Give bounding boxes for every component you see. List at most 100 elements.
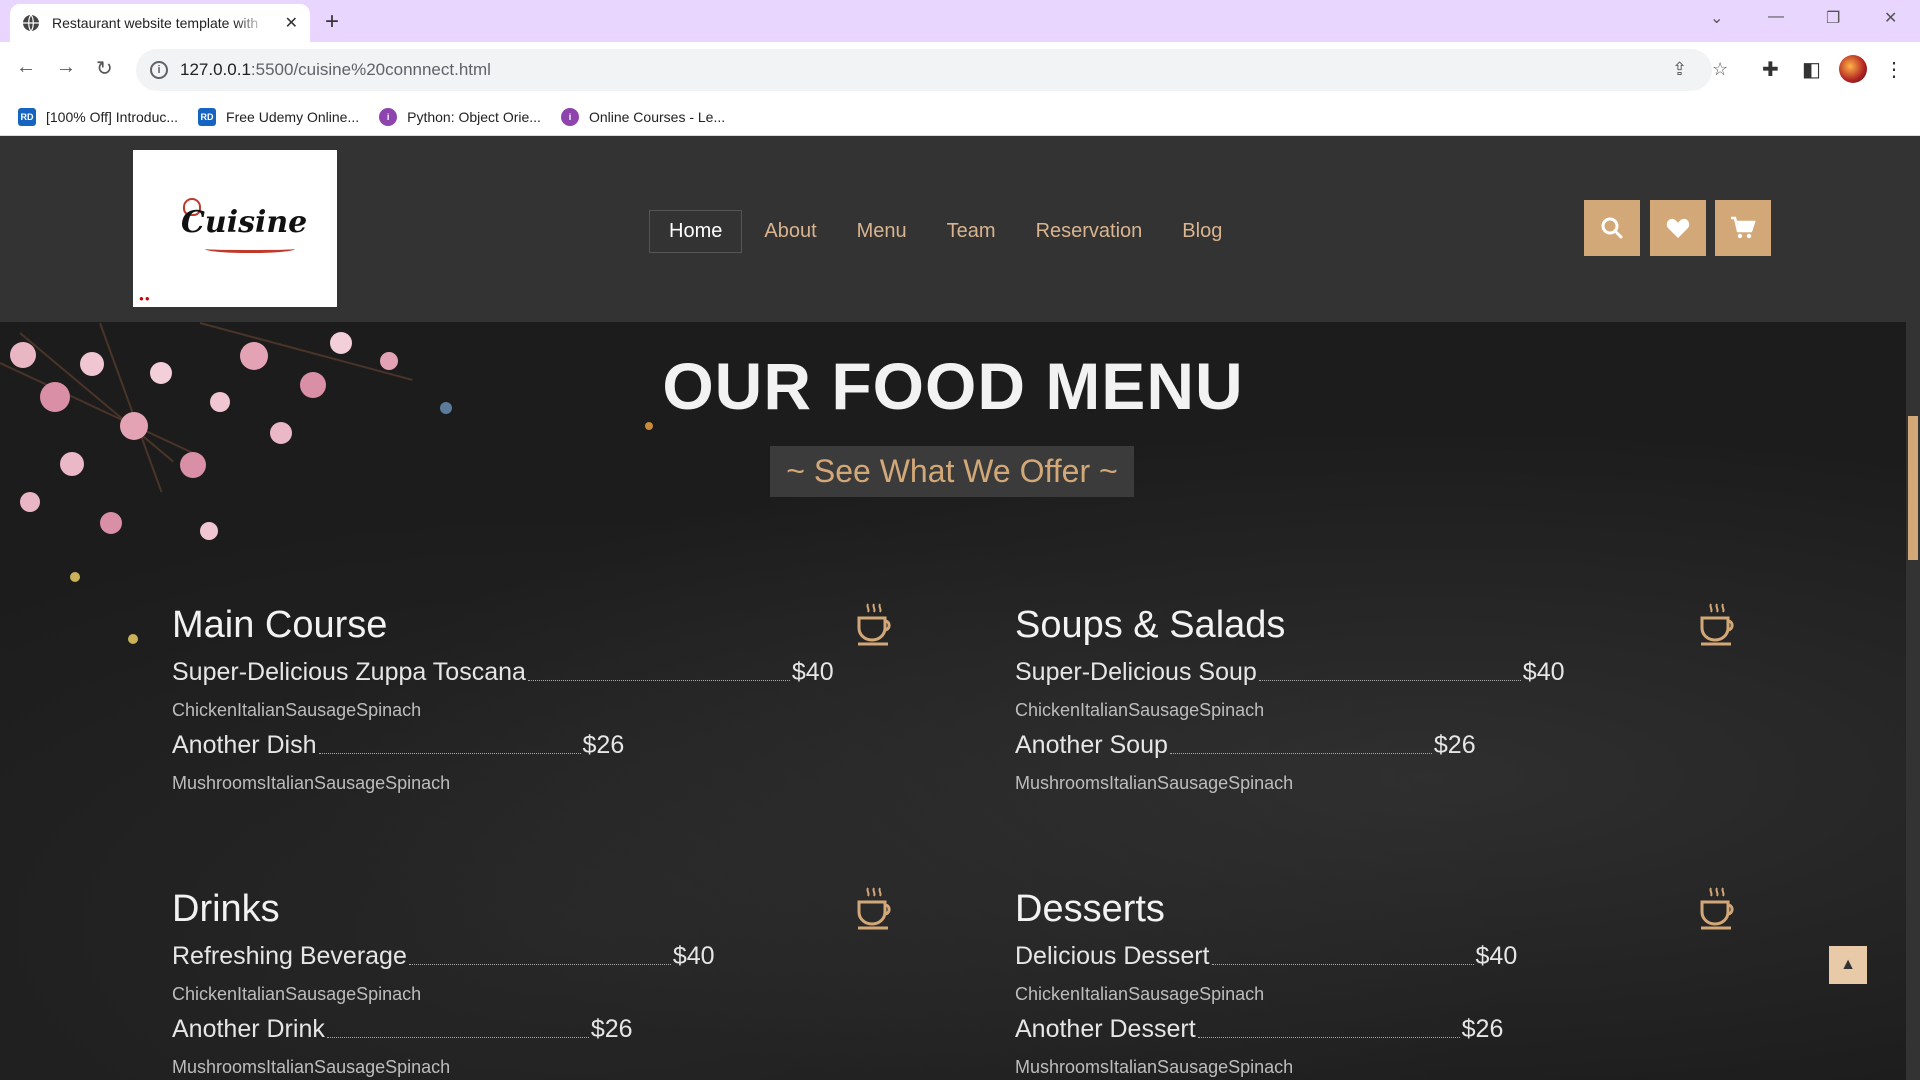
item-name: Delicious Dessert [1015,942,1210,970]
category-title: Drinks [172,888,280,930]
reload-icon[interactable]: ↻ [96,56,113,81]
rd-favicon-icon: RD [198,107,217,126]
dot-leader [318,753,581,754]
bookmark-label: [100% Off] Introduc... [46,108,179,125]
search-button[interactable] [1584,200,1640,256]
menu-category: Main Course Super-Delicious Zuppa Toscan… [172,603,892,814]
menu-item: Super-Delicious Soup $40 [1015,658,1565,687]
side-panel-icon[interactable]: ◧ [1802,57,1821,82]
logo-dots: ●● [139,294,151,303]
browser-menu-icon[interactable]: ⋮ [1884,57,1904,82]
nav-blog[interactable]: Blog [1182,220,1222,243]
menu-item: Another Drink $26 [172,1015,633,1044]
bookmark-label: Python: Object Orie... [407,108,541,125]
menu-item: Another Dish $26 [172,731,624,760]
item-price: $26 [582,731,625,759]
bookmark-label: Online Courses - Le... [588,108,726,125]
item-price: $40 [791,658,834,686]
menu-section: OUR FOOD MENU ~ See What We Offer ~ Main… [0,322,1906,1080]
item-description: ChickenItalianSausageSpinach [172,984,422,1004]
menu-subtitle: ~ See What We Offer ~ [770,446,1134,497]
nav-about[interactable]: About [764,220,816,243]
bookmark-label: Free Udemy Online... [226,108,360,125]
browser-tab[interactable]: Restaurant website template with ✕ [10,4,310,42]
url-text: 127.0.0.1:5500/cuisine%20connnect.html [180,60,491,80]
item-name: Another Soup [1015,731,1168,759]
category-title: Main Course [172,604,388,646]
new-tab-icon[interactable]: + [325,8,339,36]
restore-icon[interactable]: ❐ [1826,8,1840,28]
heart-icon [1666,218,1690,238]
logo-swoosh [205,245,295,253]
url-path: :5500/cuisine%20connnect.html [250,60,491,79]
menu-item: Super-Delicious Zuppa Toscana $40 [172,658,834,687]
dot-leader [1258,680,1521,681]
site-logo[interactable]: Cuisine ●● [133,150,337,307]
item-price: $26 [1461,1015,1504,1043]
item-name: Refreshing Beverage [172,942,407,970]
bookmark-item[interactable]: i Python: Object Orie... [379,107,541,126]
address-bar[interactable]: i 127.0.0.1:5500/cuisine%20connnect.html [136,49,1712,91]
item-description: MushroomsItalianSausageSpinach [172,1057,451,1077]
dot-leader [527,680,790,681]
chevron-up-icon: ▲ [1840,956,1856,973]
bookmarks-bar: RD [100% Off] Introduc... RD Free Udemy … [0,98,1920,136]
forward-icon[interactable]: → [56,56,76,79]
menu-category: Soups & Salads Super-Delicious Soup $40 … [1015,603,1735,814]
profile-avatar[interactable] [1839,55,1867,83]
bookmark-item[interactable]: RD Free Udemy Online... [198,107,360,126]
item-name: Another Dish [172,731,317,759]
item-name: Another Dessert [1015,1015,1196,1043]
coffee-cup-icon [857,603,891,646]
item-price: $40 [1522,658,1565,686]
page-scrollbar[interactable] [1906,322,1920,1080]
back-icon[interactable]: ← [16,56,36,79]
bookmark-item[interactable]: i Online Courses - Le... [560,107,726,126]
menu-title: OUR FOOD MENU [662,349,1244,423]
site-info-icon[interactable]: i [150,61,168,79]
nav-reservation[interactable]: Reservation [1036,220,1143,243]
item-price: $26 [1433,731,1476,759]
main-nav: Home About Menu Team Reservation Blog [649,210,1262,253]
cart-button[interactable] [1715,200,1771,256]
cart-icon [1731,216,1756,239]
scrollbar-thumb[interactable] [1908,416,1918,560]
item-description: MushroomsItalianSausageSpinach [1015,773,1294,793]
tab-close-icon[interactable]: ✕ [285,13,298,33]
nav-team[interactable]: Team [947,220,996,243]
window-close-icon[interactable]: ✕ [1884,8,1897,28]
item-name: Super-Delicious Zuppa Toscana [172,658,526,686]
minimize-icon[interactable]: — [1768,8,1784,26]
scroll-to-top-button[interactable]: ▲ [1829,946,1867,984]
coffee-cup-icon [1700,603,1734,646]
purple-favicon-icon: i [379,107,398,126]
bookmark-star-icon[interactable]: ☆ [1712,59,1728,80]
coffee-cup-icon [857,887,891,930]
menu-category: Drinks Refreshing Beverage $40 ChickenIt… [172,887,892,1080]
extensions-icon[interactable]: ✚ [1762,57,1779,82]
share-icon[interactable]: ⇪ [1672,59,1687,80]
menu-category: Desserts Delicious Dessert $40 ChickenIt… [1015,887,1735,1080]
menu-item: Refreshing Beverage $40 [172,942,715,971]
item-description: ChickenItalianSausageSpinach [172,700,422,720]
browser-titlebar: Restaurant website template with ✕ + ⌄ —… [0,0,1920,42]
tab-search-icon[interactable]: ⌄ [1710,8,1723,28]
menu-item: Another Soup $26 [1015,731,1476,760]
bookmark-item[interactable]: RD [100% Off] Introduc... [18,107,179,126]
item-description: ChickenItalianSausageSpinach [1015,700,1265,720]
nav-home[interactable]: Home [649,210,743,253]
menu-item: Another Dessert $26 [1015,1015,1503,1044]
coffee-cup-icon [1700,887,1734,930]
search-icon [1601,217,1623,239]
item-description: MushroomsItalianSausageSpinach [172,773,451,793]
globe-icon [23,14,39,32]
nav-menu[interactable]: Menu [857,220,907,243]
item-name: Another Drink [172,1015,325,1043]
rd-favicon-icon: RD [18,107,36,126]
wishlist-button[interactable] [1650,200,1706,256]
dot-leader [1169,753,1432,754]
logo-text: Cuisine [181,205,308,240]
item-price: $26 [590,1015,633,1043]
menu-item: Delicious Dessert $40 [1015,942,1517,971]
item-description: MushroomsItalianSausageSpinach [1015,1057,1294,1077]
